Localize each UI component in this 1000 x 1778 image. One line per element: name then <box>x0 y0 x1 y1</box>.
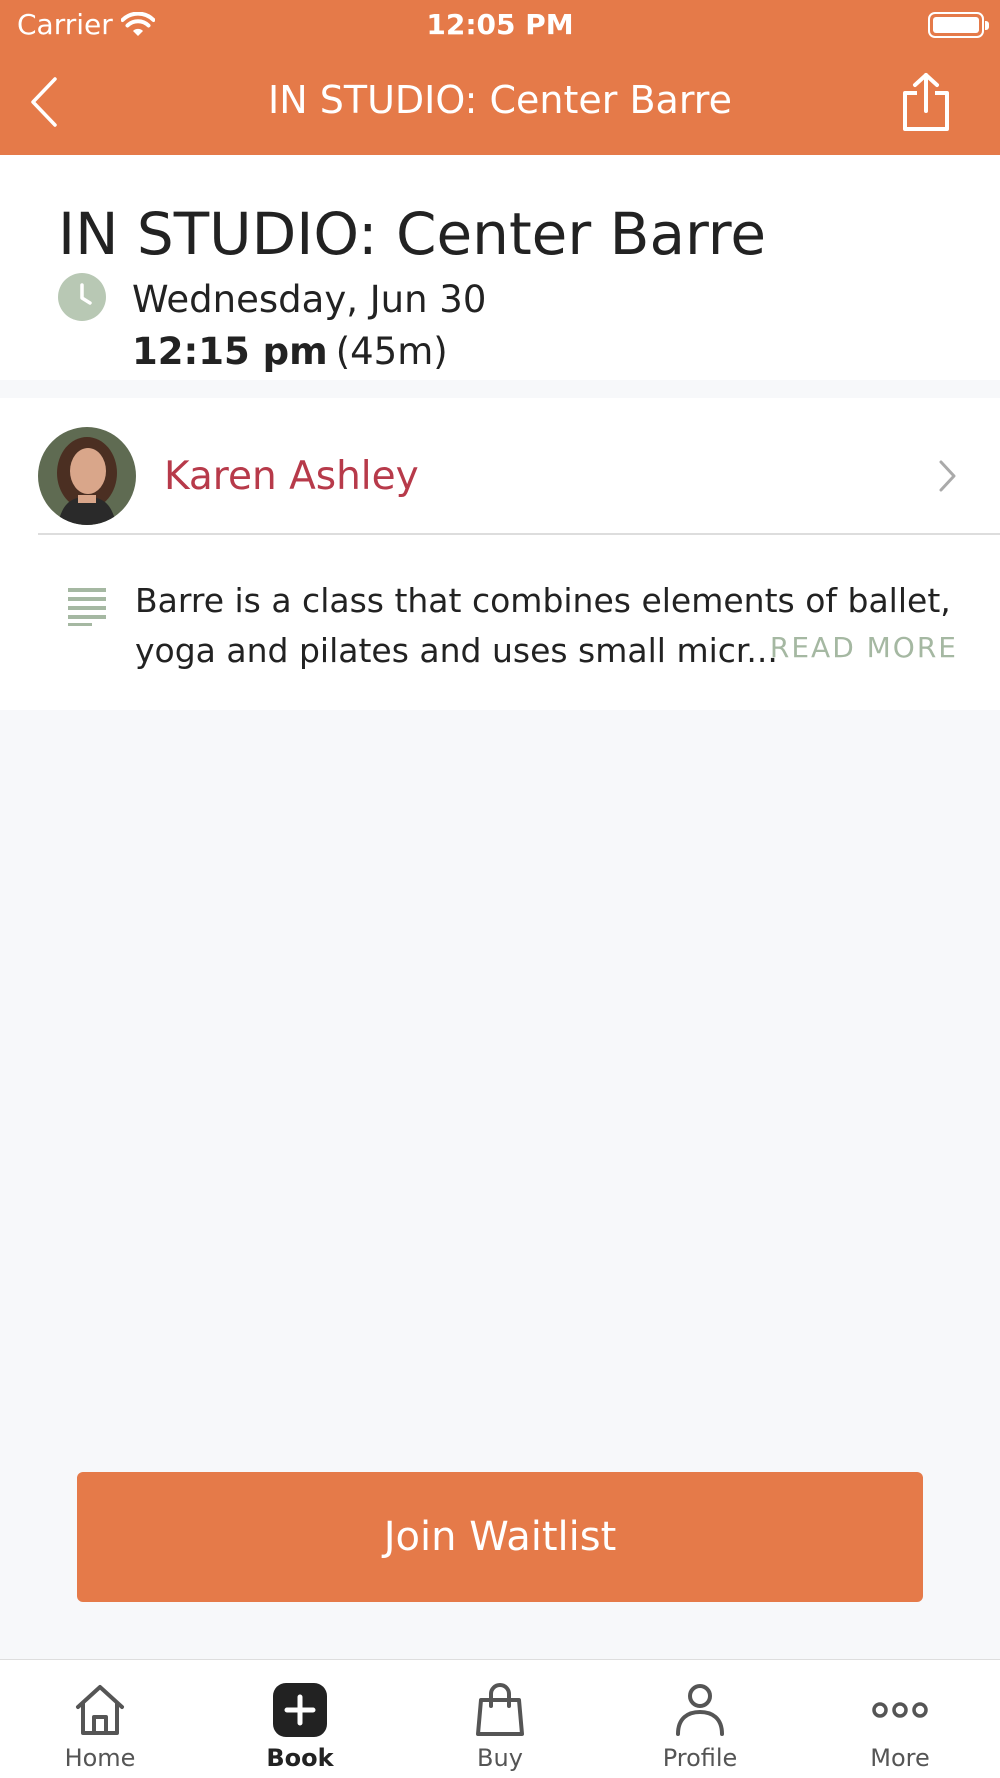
tab-label: Book <box>266 1744 334 1772</box>
tab-label: More <box>870 1744 930 1772</box>
class-details: Karen Ashley Barre is a class that combi… <box>0 398 1000 710</box>
tab-bar: Home Book Buy Profile More <box>0 1659 1000 1778</box>
share-icon <box>903 73 949 131</box>
tab-book[interactable]: Book <box>200 1660 400 1778</box>
instructor-name: Karen Ashley <box>164 453 419 499</box>
class-time: 12:15 pm (45m) <box>132 330 448 373</box>
back-button[interactable] <box>24 72 64 132</box>
class-title: IN STUDIO: Center Barre <box>58 200 767 268</box>
top-header: Carrier 12:05 PM IN STUDIO: Center Barre <box>0 0 1000 155</box>
tab-label: Profile <box>662 1744 738 1772</box>
battery-icon <box>928 12 989 38</box>
class-duration: (45m) <box>335 330 448 373</box>
clock-icon <box>58 273 106 321</box>
share-button[interactable] <box>898 70 954 134</box>
tab-label: Buy <box>477 1744 523 1772</box>
class-date: Wednesday, Jun 30 <box>132 278 487 321</box>
instructor-avatar <box>38 427 136 525</box>
tab-buy[interactable]: Buy <box>400 1660 600 1778</box>
chevron-right-icon <box>939 460 956 492</box>
tab-label: Home <box>64 1744 136 1772</box>
class-header: IN STUDIO: Center Barre Wednesday, Jun 3… <box>0 155 1000 380</box>
person-icon <box>676 1684 724 1736</box>
status-time: 12:05 PM <box>426 8 574 41</box>
tab-profile[interactable]: Profile <box>600 1660 800 1778</box>
more-dots-icon <box>872 1702 928 1718</box>
home-icon <box>76 1685 124 1735</box>
nav-title: IN STUDIO: Center Barre <box>268 78 732 122</box>
instructor-row[interactable]: Karen Ashley <box>38 420 982 532</box>
tab-more[interactable]: More <box>800 1660 1000 1778</box>
class-start-time: 12:15 pm <box>132 330 328 373</box>
read-more-link[interactable]: READ MORE <box>770 631 958 664</box>
book-plus-icon <box>273 1683 327 1737</box>
chevron-left-icon <box>31 77 57 127</box>
tab-home[interactable]: Home <box>0 1660 200 1778</box>
description-lines-icon <box>68 588 106 626</box>
divider <box>38 533 1000 535</box>
shopping-bag-icon <box>476 1683 524 1736</box>
join-waitlist-button[interactable]: Join Waitlist <box>77 1472 923 1602</box>
